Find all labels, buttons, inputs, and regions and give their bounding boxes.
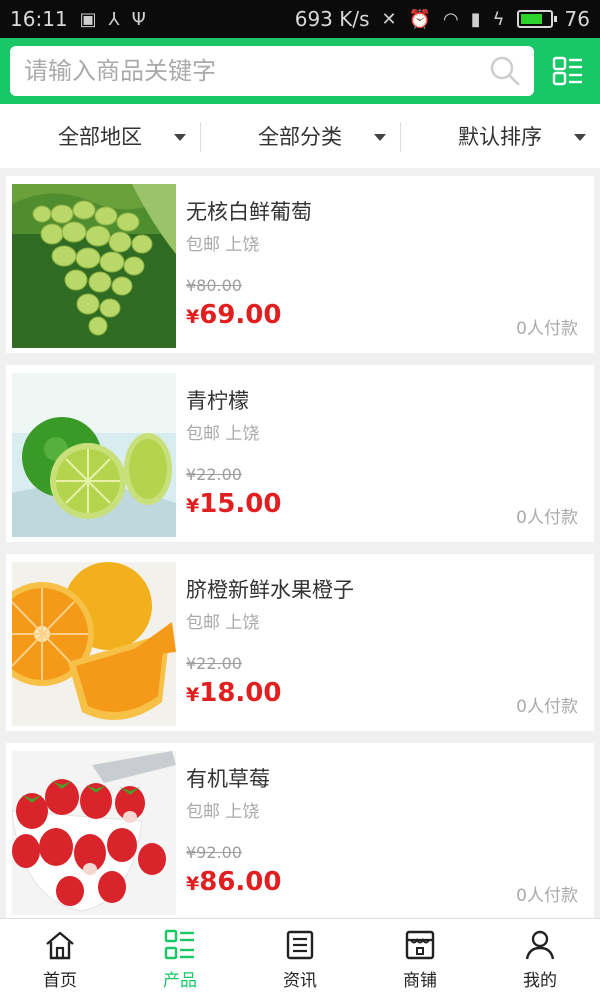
battery-fill (520, 14, 542, 24)
price-currency: ¥ (186, 495, 200, 517)
product-list-icon (164, 929, 194, 960)
product-name: 有机草莓 (186, 767, 270, 791)
image-notification-icon: ▣ (79, 8, 97, 30)
product-tags: 包邮 上饶 (186, 802, 260, 822)
header (0, 38, 600, 104)
product-sold-count: 0人付款 (516, 319, 578, 339)
dropdown-arrow-icon (574, 134, 586, 141)
price-value: 69.00 (199, 300, 282, 330)
nav-home[interactable]: 首页 (0, 919, 120, 1000)
price-value: 18.00 (199, 678, 282, 708)
home-icon (46, 931, 74, 960)
product-name: 青柠檬 (186, 389, 249, 413)
alarm-icon: ⏰ (408, 8, 432, 30)
search-icon[interactable] (490, 56, 520, 86)
product-name: 脐橙新鲜水果橙子 (186, 578, 354, 602)
status-right: 693 K/s ✕ ⏰ ◠ ▮ ϟ 76 (295, 7, 590, 31)
nav-products[interactable]: 产品 (120, 919, 240, 1000)
battery-level: 76 (564, 7, 590, 31)
product-tags: 包邮 上饶 (186, 235, 260, 255)
product-original-price: ¥22.00 (186, 654, 242, 673)
category-menu-icon[interactable] (552, 55, 584, 87)
product-image-strawberries[interactable] (12, 751, 176, 915)
usb-icon: Ψ (131, 8, 146, 30)
filter-bar: 全部地区 全部分类 默认排序 (0, 104, 600, 168)
status-time: 16:11 (10, 7, 68, 31)
filter-sort[interactable]: 默认排序 (400, 104, 600, 168)
price-currency: ¥ (186, 873, 200, 895)
filter-sort-label: 默认排序 (458, 125, 542, 149)
wifi-icon: ◠ (443, 8, 459, 30)
price-value: 15.00 (199, 489, 282, 519)
filter-category-label: 全部分类 (258, 125, 342, 149)
user-icon (525, 930, 555, 960)
nav-store[interactable]: 商铺 (360, 919, 480, 1000)
product-tags: 包邮 上饶 (186, 424, 260, 444)
mute-icon: ✕ (381, 8, 397, 30)
charging-icon: ϟ (492, 8, 505, 30)
price-currency: ¥ (186, 306, 200, 328)
signal-icon: ▮ (470, 8, 481, 30)
network-speed: 693 K/s (294, 7, 370, 31)
nav-products-label: 产品 (163, 971, 197, 991)
status-left: 16:11 ▣ ⅄ Ψ (10, 7, 146, 31)
product-sold-count: 0人付款 (516, 886, 578, 906)
product-original-price: ¥92.00 (186, 843, 242, 862)
product-card[interactable]: 脐橙新鲜水果橙子 包邮 上饶 ¥22.00 ¥18.00 0人付款 (6, 554, 594, 731)
product-card[interactable]: 无核白鲜葡萄 包邮 上饶 ¥80.00 ¥69.00 0人付款 (6, 176, 594, 353)
price-value: 86.00 (199, 867, 282, 897)
dropdown-arrow-icon (374, 134, 386, 141)
status-bar: 16:11 ▣ ⅄ Ψ 693 K/s ✕ ⏰ ◠ ▮ ϟ 76 (0, 0, 600, 38)
product-card[interactable]: 青柠檬 包邮 上饶 ¥22.00 ¥15.00 0人付款 (6, 365, 594, 542)
product-price: ¥15.00 (186, 489, 281, 519)
share-notification-icon: ⅄ (108, 8, 120, 30)
price-currency: ¥ (186, 684, 200, 706)
product-sold-count: 0人付款 (516, 508, 578, 528)
nav-news[interactable]: 资讯 (240, 919, 360, 1000)
search-box[interactable] (10, 46, 534, 96)
search-input[interactable] (24, 57, 490, 85)
product-price: ¥86.00 (186, 867, 281, 897)
nav-profile[interactable]: 我的 (480, 919, 600, 1000)
filter-region-label: 全部地区 (58, 125, 142, 149)
product-image-navel-oranges[interactable] (12, 562, 176, 726)
product-image-green-limes[interactable] (12, 373, 176, 537)
product-original-price: ¥22.00 (186, 465, 242, 484)
nav-news-label: 资讯 (283, 971, 317, 991)
nav-profile-label: 我的 (523, 971, 557, 991)
product-tags: 包邮 上饶 (186, 613, 260, 633)
product-original-price: ¥80.00 (186, 276, 242, 295)
product-sold-count: 0人付款 (516, 697, 578, 717)
news-icon (286, 930, 314, 960)
product-price: ¥69.00 (186, 300, 281, 330)
dropdown-arrow-icon (174, 134, 186, 141)
battery-icon (516, 10, 557, 28)
product-card[interactable]: 有机草莓 包邮 上饶 ¥92.00 ¥86.00 0人付款 (6, 743, 594, 920)
nav-store-label: 商铺 (403, 971, 437, 991)
product-image-green-grapes[interactable] (12, 184, 176, 348)
product-name: 无核白鲜葡萄 (186, 200, 312, 224)
product-price: ¥18.00 (186, 678, 281, 708)
filter-category[interactable]: 全部分类 (200, 104, 400, 168)
bottom-nav: 首页 产品 资讯 商铺 我的 (0, 918, 600, 1000)
store-icon (405, 930, 435, 960)
nav-home-label: 首页 (43, 971, 77, 991)
filter-region[interactable]: 全部地区 (0, 104, 200, 168)
